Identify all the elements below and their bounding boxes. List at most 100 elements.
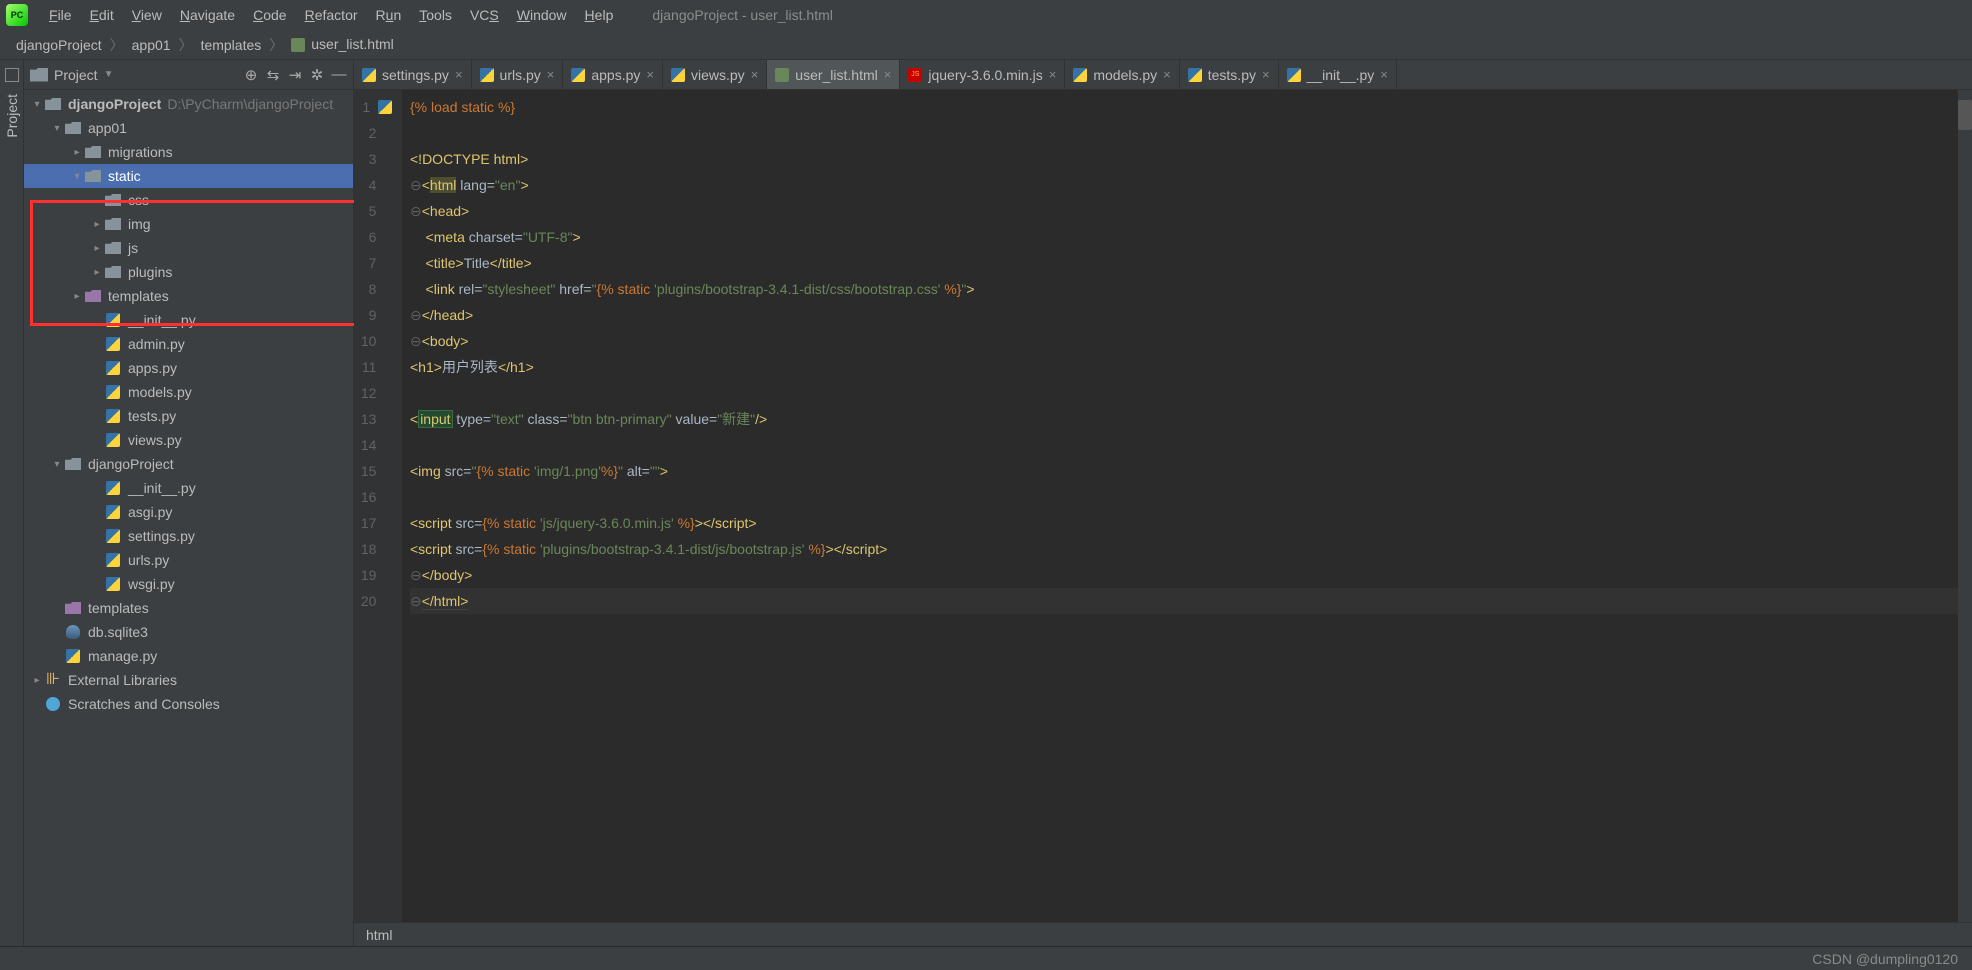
close-icon[interactable]: × [455,67,463,82]
editor-body[interactable]: 1 2 3 4 5 6 7 8 9 10 11 12 13 14 15 16 1… [354,90,1972,922]
breadcrumb-templates[interactable]: templates [199,37,264,53]
menu-window[interactable]: Window [508,3,576,27]
panel-title[interactable]: Project [54,67,98,83]
menu-file[interactable]: File [40,3,81,27]
tree-file[interactable]: ▸urls.py [24,548,353,572]
file-icon [1287,68,1301,82]
project-tool-icon[interactable] [5,68,19,82]
file-icon [1073,68,1087,82]
locate-icon[interactable]: ⊕ [243,67,259,83]
folder-icon [30,68,48,82]
editor-area: settings.py×urls.py×apps.py×views.py×use… [354,60,1972,946]
close-icon[interactable]: × [1262,67,1270,82]
menu-code[interactable]: Code [244,3,295,27]
tree-css[interactable]: ▸css [24,188,353,212]
tree-file[interactable]: ▸admin.py [24,332,353,356]
close-icon[interactable]: × [1049,67,1057,82]
editor-tab[interactable]: settings.py × [354,60,472,89]
tree-static[interactable]: ▾static [24,164,353,188]
editor-breadcrumb[interactable]: html [354,922,1972,946]
collapse-icon[interactable]: ⇥ [287,67,303,83]
tab-label: user_list.html [795,67,877,83]
menu-bar: File Edit View Navigate Code Refactor Ru… [0,0,1972,30]
menu-view[interactable]: View [123,3,171,27]
close-icon[interactable]: × [1163,67,1171,82]
tab-label: models.py [1093,67,1157,83]
tab-label: apps.py [591,67,640,83]
scrollbar-thumb[interactable] [1958,100,1972,130]
tree-manage[interactable]: ▸manage.py [24,644,353,668]
menu-vcs[interactable]: VCS [461,3,508,27]
file-icon [671,68,685,82]
breadcrumb-separator: 〉 [179,35,193,55]
tree-templates-inner[interactable]: ▸templates [24,284,353,308]
editor-tab[interactable]: tests.py × [1180,60,1279,89]
project-tool-button[interactable]: Project [4,88,20,144]
menu-run[interactable]: Run [367,3,411,27]
python-icon [378,100,392,114]
project-panel-header: Project ▼ ⊕ ⇆ ⇥ ✲ — [24,60,353,90]
menu-navigate[interactable]: Navigate [171,3,244,27]
scrollbar[interactable] [1958,90,1972,922]
tree-file[interactable]: ▸apps.py [24,356,353,380]
file-icon [571,68,585,82]
breadcrumb-separator: 〉 [110,35,124,55]
project-tree[interactable]: ▾ djangoProjectD:\PyCharm\djangoProject … [24,90,353,946]
editor-tab[interactable]: urls.py× [472,60,564,89]
tree-file[interactable]: ▸settings.py [24,524,353,548]
expand-icon[interactable]: ⇆ [265,67,281,83]
window-title: djangoProject - user_list.html [652,7,833,23]
tree-scratches[interactable]: ▸Scratches and Consoles [24,692,353,716]
editor-tabs: settings.py×urls.py×apps.py×views.py×use… [354,60,1972,90]
editor-tab[interactable]: apps.py × [563,60,663,89]
code[interactable]: {% load static %} <!DOCTYPE html>⊖<html … [402,90,1958,922]
editor-tab[interactable]: views.py× [663,60,767,89]
close-icon[interactable]: × [1380,67,1388,82]
breadcrumb-file[interactable]: user_list.html [289,36,395,54]
tree-file[interactable]: ▸asgi.py [24,500,353,524]
tree-proj-pkg[interactable]: ▾djangoProject [24,452,353,476]
menu-edit[interactable]: Edit [81,3,123,27]
tree-file[interactable]: ▸tests.py [24,404,353,428]
editor-tab[interactable]: models.py × [1065,60,1179,89]
breadcrumb-app[interactable]: app01 [130,37,173,53]
watermark: CSDN @dumpling0120 [1812,951,1958,967]
hide-icon[interactable]: — [331,67,347,83]
tree-migrations[interactable]: ▸migrations [24,140,353,164]
close-icon[interactable]: × [547,67,555,82]
menu-help[interactable]: Help [576,3,623,27]
settings-icon[interactable]: ✲ [309,67,325,83]
tab-label: settings.py [382,67,449,83]
menu-tools[interactable]: Tools [410,3,461,27]
tree-js[interactable]: ▸js [24,236,353,260]
close-icon[interactable]: × [884,67,892,82]
editor-tab[interactable]: user_list.html × [767,60,900,89]
gutter: 1 2 3 4 5 6 7 8 9 10 11 12 13 14 15 16 1… [354,90,402,922]
breadcrumb-project[interactable]: djangoProject [14,37,104,53]
file-icon [775,68,789,82]
editor-tab[interactable]: __init__.py× [1279,60,1397,89]
tree-templates-top[interactable]: ▸templates [24,596,353,620]
tree-file[interactable]: ▸__init__.py [24,308,353,332]
editor-tab[interactable]: jquery-3.6.0.min.js × [900,60,1065,89]
tree-plugins[interactable]: ▸plugins [24,260,353,284]
tab-label: jquery-3.6.0.min.js [928,67,1042,83]
tree-file[interactable]: ▸wsgi.py [24,572,353,596]
tree-app01[interactable]: ▾app01 [24,116,353,140]
file-icon [1188,68,1202,82]
breadcrumb-separator: 〉 [269,35,283,55]
tree-file[interactable]: ▸views.py [24,428,353,452]
dropdown-icon[interactable]: ▼ [104,69,114,80]
workspace: Project Project ▼ ⊕ ⇆ ⇥ ✲ — ▾ djangoProj… [0,60,1972,946]
close-icon[interactable]: × [646,67,654,82]
tree-root[interactable]: ▾ djangoProjectD:\PyCharm\djangoProject [24,92,353,116]
tab-label: tests.py [1208,67,1256,83]
tree-ext-lib[interactable]: ▸External Libraries [24,668,353,692]
tree-db[interactable]: ▸db.sqlite3 [24,620,353,644]
close-icon[interactable]: × [751,67,759,82]
tool-stripe: Project [0,60,24,946]
tree-img[interactable]: ▸img [24,212,353,236]
tree-file[interactable]: ▸__init__.py [24,476,353,500]
tree-file[interactable]: ▸models.py [24,380,353,404]
menu-refactor[interactable]: Refactor [296,3,367,27]
